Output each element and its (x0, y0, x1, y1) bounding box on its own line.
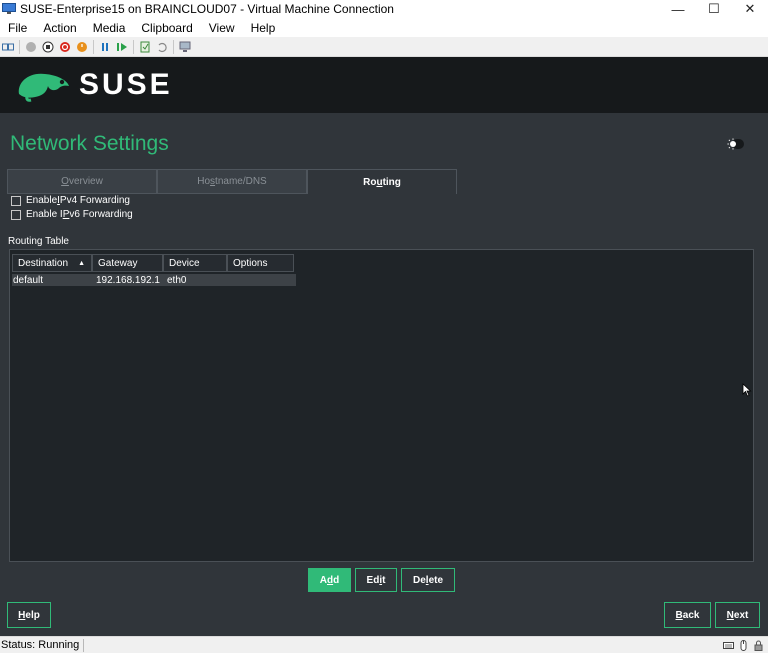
button-label: t (382, 574, 386, 586)
menu-bar: File Action Media Clipboard View Help (0, 18, 768, 37)
minimize-button[interactable]: — (660, 0, 696, 18)
table-row[interactable]: default 192.168.192.1 eth0 (12, 274, 296, 286)
tab-label: Ho (197, 176, 211, 187)
ipv6-forwarding-option[interactable]: Enable I Pv6 Forwarding (11, 209, 133, 220)
button-label: elp (25, 609, 40, 621)
column-header-label: Gateway (98, 257, 138, 269)
button-label: ext (733, 609, 749, 621)
ipv6-forwarding-checkbox[interactable] (11, 209, 21, 220)
suse-chameleon-logo (18, 73, 70, 102)
menu-help[interactable]: Help (243, 21, 284, 35)
routing-table-label: Routing Table (8, 236, 69, 247)
next-button[interactable]: Next (715, 602, 760, 628)
shutdown-icon[interactable] (59, 41, 71, 53)
resume-icon[interactable] (116, 41, 128, 53)
status-bar: Status: Running (0, 636, 768, 653)
tab-label: verview (68, 176, 103, 187)
column-header-label: Options (233, 257, 268, 269)
ipv4-forwarding-label: Enable (26, 195, 58, 206)
button-label: A (319, 574, 327, 586)
button-mnemonic: N (726, 609, 734, 621)
ipv4-forwarding-checkbox[interactable] (11, 195, 21, 206)
enhanced-session-icon[interactable] (179, 41, 191, 53)
column-header-label: Destination (18, 257, 69, 269)
tab-label: Ro (363, 176, 377, 188)
tab-routing[interactable]: Ro u ting (307, 169, 457, 194)
brand-header: SUSE (0, 57, 768, 113)
delete-button[interactable]: De l ete (401, 568, 455, 592)
column-header-gateway[interactable]: Gateway (92, 254, 163, 272)
checkpoint-icon[interactable] (139, 41, 151, 53)
guest-screen: SUSE Network Settings Overview Ho s tname/… (0, 57, 768, 636)
toolbar-separator (133, 39, 134, 54)
button-label: ack (682, 609, 700, 621)
tab-overview[interactable]: Overview (7, 169, 157, 194)
toolbar-separator (19, 39, 20, 54)
vm-connection-icon (2, 3, 16, 14)
ipv6-forwarding-mnemonic: P (62, 209, 70, 220)
cell-options (230, 274, 296, 286)
window-titlebar: SUSE-Enterprise15 on BRAINCLOUD07 - Virt… (0, 0, 768, 18)
start-icon[interactable] (25, 41, 37, 53)
tab-label: ting (382, 176, 401, 188)
turn-off-icon[interactable] (42, 41, 54, 53)
help-button[interactable]: Help (7, 602, 51, 628)
pause-icon[interactable] (99, 41, 111, 53)
button-label: Ed (366, 574, 380, 586)
button-label: d (333, 574, 340, 586)
column-header-options[interactable]: Options (227, 254, 294, 272)
menu-file[interactable]: File (0, 21, 35, 35)
ipv4-forwarding-option[interactable]: Enable I Pv4 Forwarding (11, 195, 130, 206)
brand-name: SUSE (79, 68, 173, 101)
lock-icon (754, 640, 763, 651)
button-mnemonic: B (675, 609, 683, 621)
tab-hostname-dns[interactable]: Ho s tname/DNS (157, 169, 307, 194)
routing-table[interactable]: Destination ▲ Gateway Device Options def… (9, 249, 754, 562)
edit-button[interactable]: Ed i t (355, 568, 397, 592)
ipv6-forwarding-label: v6 Forwarding (69, 209, 133, 220)
cell-device: eth0 (167, 274, 187, 286)
cell-destination: default (13, 274, 44, 286)
tab-label: tname/DNS (215, 176, 267, 187)
column-header-destination[interactable]: Destination ▲ (12, 254, 92, 272)
power-icon[interactable] (76, 41, 88, 53)
table-header: Destination ▲ Gateway Device Options (12, 254, 294, 272)
ipv4-forwarding-label: Pv4 Forwarding (59, 195, 130, 206)
window-title: SUSE-Enterprise15 on BRAINCLOUD07 - Virt… (20, 2, 394, 16)
close-button[interactable]: ✕ (732, 0, 768, 18)
ctrl-alt-del-icon[interactable] (2, 41, 14, 53)
menu-media[interactable]: Media (85, 21, 134, 35)
revert-icon[interactable] (156, 41, 168, 53)
tab-label-mnemonic: O (61, 176, 69, 187)
page-title: Network Settings (10, 132, 169, 155)
button-label: De (412, 574, 426, 586)
mouse-cursor-icon (742, 383, 752, 397)
button-mnemonic: H (18, 609, 26, 621)
keyboard-icon (723, 641, 734, 649)
button-label: ete (428, 574, 444, 586)
cell-gateway: 192.168.192.1 (96, 274, 160, 286)
ipv6-forwarding-label: Enable I (26, 209, 63, 220)
theme-toggle-icon[interactable] (727, 138, 745, 150)
mouse-icon (740, 639, 747, 651)
menu-view[interactable]: View (201, 21, 243, 35)
sort-ascending-icon: ▲ (78, 259, 85, 267)
status-icons (723, 639, 768, 651)
toolbar-separator (173, 39, 174, 54)
column-header-label: Device (169, 257, 200, 269)
column-header-device[interactable]: Device (163, 254, 227, 272)
maximize-button[interactable]: ☐ (696, 0, 732, 18)
back-button[interactable]: Back (664, 602, 711, 628)
tab-strip: Overview Ho s tname/DNS Ro u ting (7, 169, 457, 194)
toolbar-separator (93, 39, 94, 54)
menu-clipboard[interactable]: Clipboard (133, 21, 200, 35)
vm-status-text: Status: Running (0, 638, 85, 652)
add-button[interactable]: Add (308, 568, 351, 592)
toolbar (0, 37, 768, 57)
menu-action[interactable]: Action (35, 21, 84, 35)
